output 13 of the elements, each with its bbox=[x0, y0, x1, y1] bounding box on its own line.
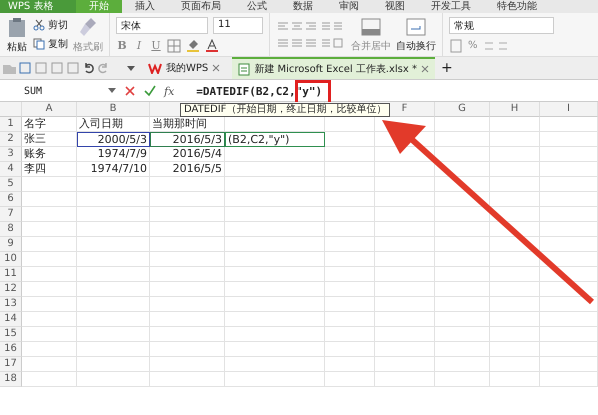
table-cell: 2016/5/5 bbox=[150, 162, 225, 177]
table-cell: 2000/5/3 bbox=[77, 132, 150, 147]
table-cell: 名字 bbox=[22, 117, 77, 132]
table-cell: 入司日期 bbox=[77, 117, 150, 132]
table-cell: 1974/7/10 bbox=[77, 162, 150, 177]
table-cell: 张三 bbox=[22, 132, 77, 147]
table-cell: 李四 bbox=[22, 162, 77, 177]
table-cell: 2016/5/4 bbox=[150, 147, 225, 162]
function-tooltip: DATEDIF（开始日期，终止日期，比较单位） bbox=[180, 103, 390, 117]
table-cell: (B2,C2,"y") bbox=[225, 132, 325, 147]
table-cell: 1974/7/9 bbox=[77, 147, 150, 162]
table-cell: 账务 bbox=[22, 147, 77, 162]
table-cell: 2016/5/3 bbox=[150, 132, 225, 147]
